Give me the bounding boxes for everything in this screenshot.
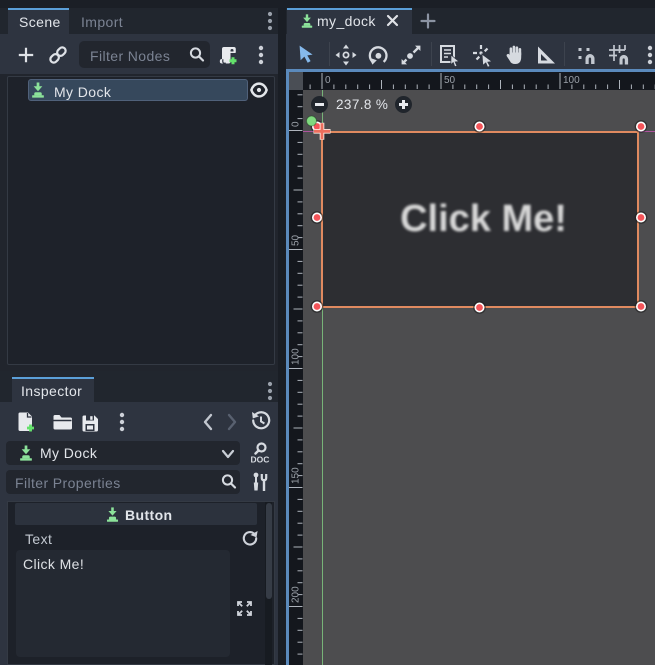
svg-text:0: 0 <box>290 121 301 127</box>
svg-text:200: 200 <box>290 585 301 602</box>
svg-text:100: 100 <box>563 75 580 86</box>
svg-text:50: 50 <box>444 75 456 86</box>
svg-text:DOC: DOC <box>251 455 270 465</box>
svg-text:150: 150 <box>290 466 301 483</box>
svg-text:50: 50 <box>290 234 301 246</box>
svg-text:0: 0 <box>325 75 331 86</box>
svg-text:100: 100 <box>290 347 301 364</box>
